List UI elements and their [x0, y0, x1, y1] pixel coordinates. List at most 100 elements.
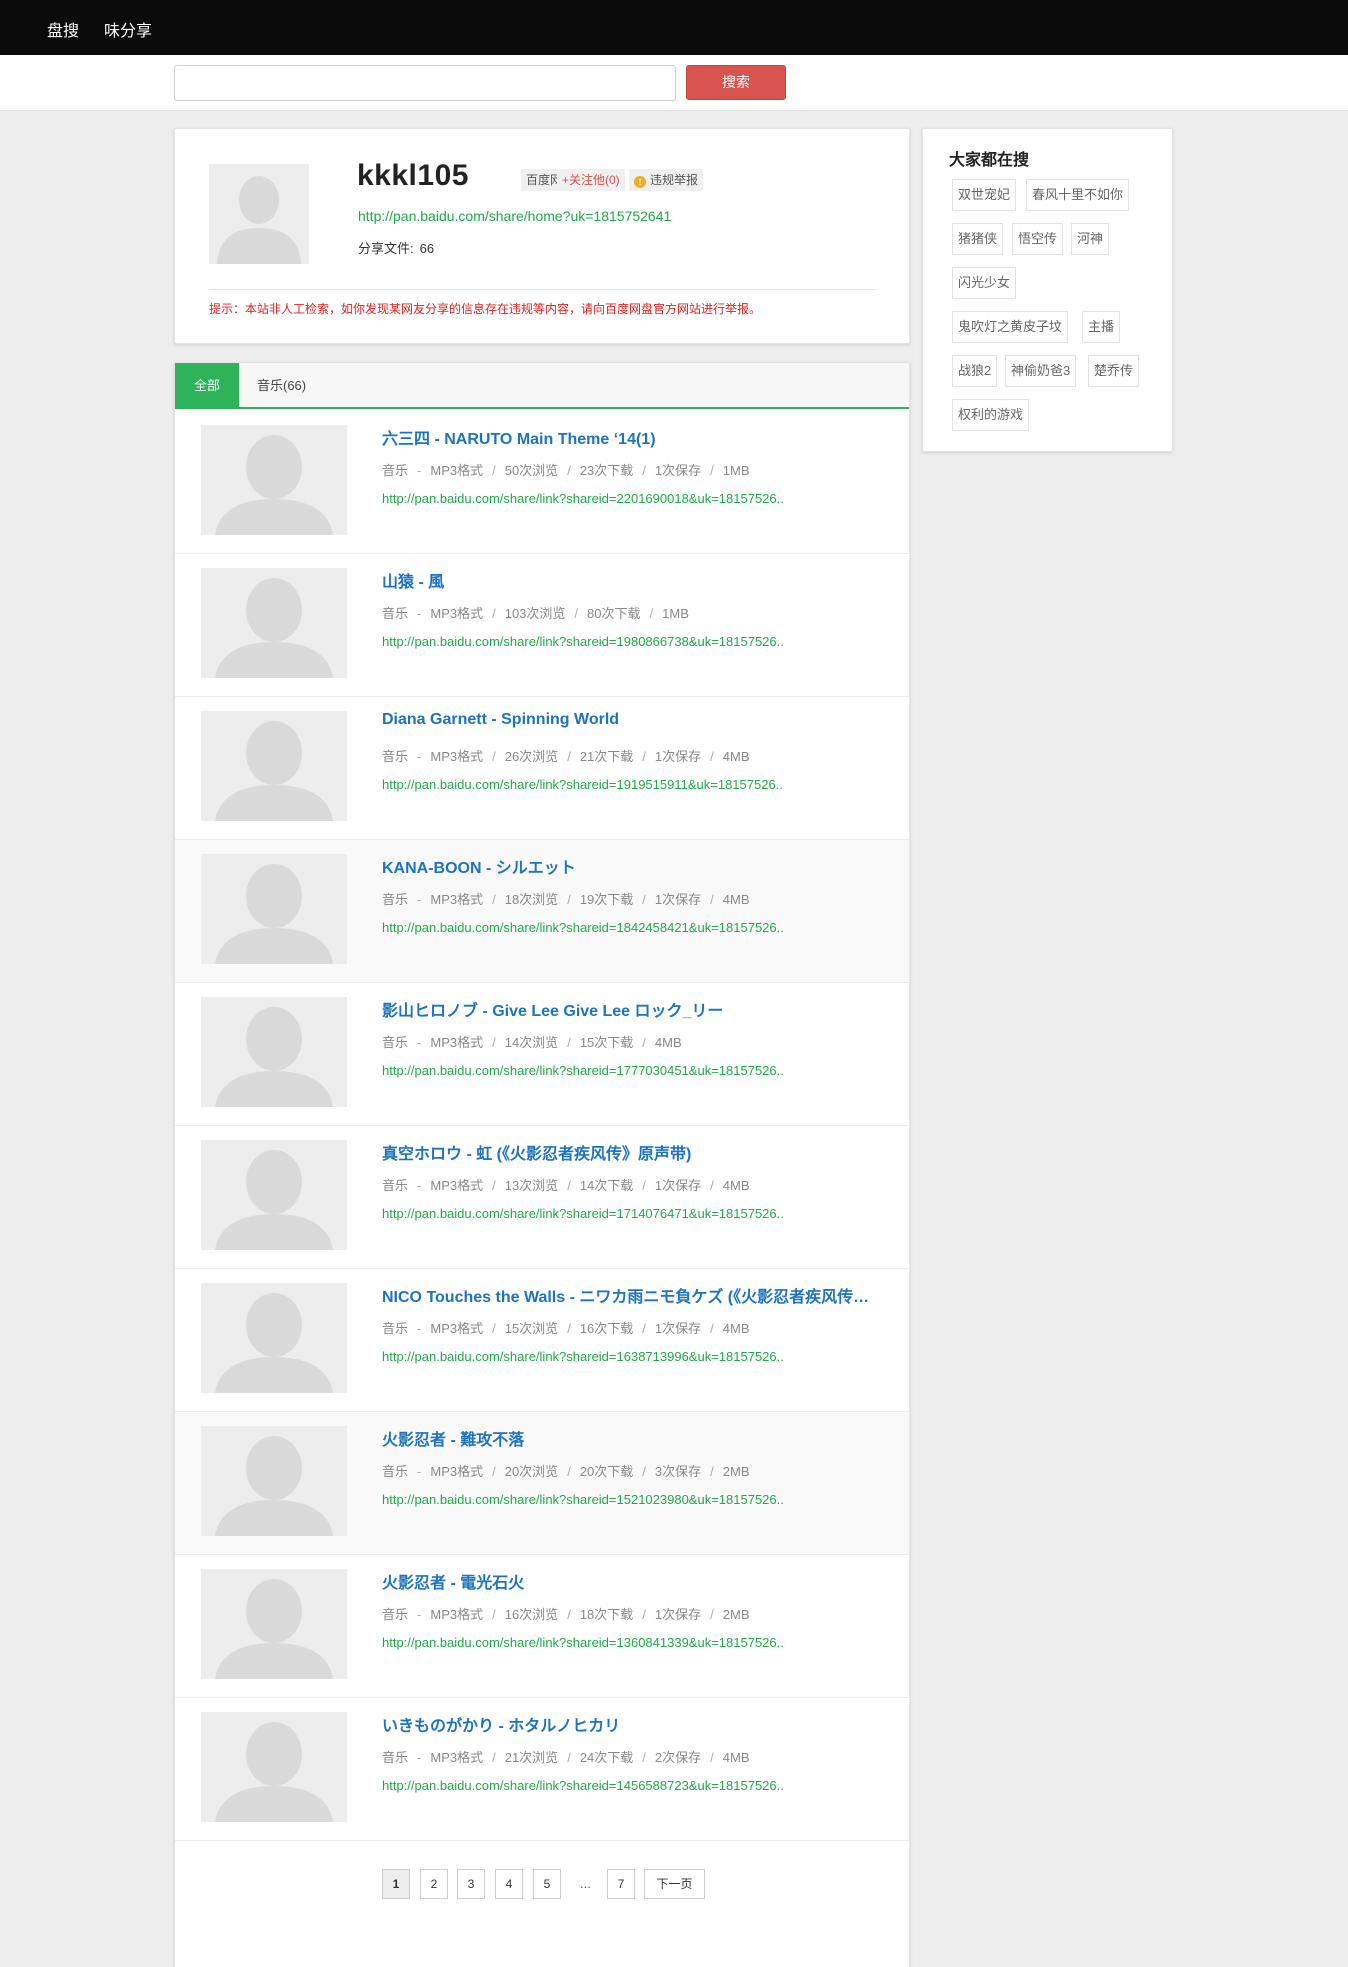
file-meta-value: MP3格式	[430, 1750, 484, 1765]
file-share-link[interactable]: http://pan.baidu.com/share/link?shareid=…	[382, 777, 783, 792]
file-category: 音乐	[382, 1464, 409, 1479]
meta-separator: /	[492, 606, 496, 621]
hot-keyword[interactable]: 春风十里不如你	[1026, 179, 1130, 211]
file-share-link[interactable]: http://pan.baidu.com/share/link?shareid=…	[382, 491, 784, 506]
hot-keyword[interactable]: 楚乔传	[1088, 355, 1140, 387]
hot-keyword[interactable]: 主播	[1082, 311, 1121, 343]
top-navbar: 盘搜 味分享	[0, 0, 1348, 55]
user-silhouette-icon	[201, 425, 347, 535]
file-meta-value: 2MB	[722, 1607, 750, 1622]
file-meta-value: 18次浏览	[504, 892, 559, 907]
file-list-item[interactable]: 火影忍者 - 難攻不落音乐 - MP3格式 / 20次浏览 / 20次下载 / 3次保存 / 2MB…	[175, 1412, 909, 1555]
follow-button[interactable]: +关注他(0)	[557, 169, 625, 191]
page-button-3[interactable]: 3	[457, 1869, 485, 1899]
file-title[interactable]: 六三四 - NARUTO Main Theme ‘14(1)	[382, 425, 882, 449]
meta-separator: -	[417, 1321, 422, 1336]
page-button-1[interactable]: 1	[382, 1869, 410, 1899]
file-thumbnail[interactable]	[201, 1712, 347, 1822]
report-button[interactable]: ! 违规举报	[629, 169, 704, 191]
page-button-2[interactable]: 2	[420, 1869, 448, 1899]
search-bar: 搜索	[0, 55, 1348, 111]
nav-item-pansou[interactable]: 盘搜	[47, 17, 79, 41]
meta-separator: /	[492, 1750, 496, 1765]
file-thumbnail[interactable]	[201, 425, 347, 535]
meta-separator: /	[642, 1750, 646, 1765]
file-list-item[interactable]: KANA-BOON - シルエット 音乐 - MP3格式 / 18次浏览 / 19次下载 / 1次…	[175, 840, 909, 983]
page-button-5[interactable]: 5	[533, 1869, 561, 1899]
file-share-link[interactable]: http://pan.baidu.com/share/link?shareid=…	[382, 1349, 784, 1364]
file-title[interactable]: Diana Garnett - Spinning World	[382, 711, 882, 729]
page-button-7[interactable]: 7	[607, 1869, 635, 1899]
file-list-item[interactable]: いきものがかり - ホタルノヒカリ 音乐 - MP3格式 / 21次浏览 / 24次下载 / 2次…	[175, 1698, 909, 1841]
hot-keyword[interactable]: 悟空传	[1012, 223, 1064, 255]
user-silhouette-icon	[201, 1712, 347, 1822]
file-share-link[interactable]: http://pan.baidu.com/share/link?shareid=…	[382, 1778, 784, 1793]
meta-separator: /	[567, 1321, 571, 1336]
file-meta-value: 19次下载	[579, 892, 634, 907]
search-input[interactable]	[174, 65, 676, 101]
file-title[interactable]: KANA-BOON - シルエット	[382, 854, 882, 878]
file-meta-value: 4MB	[722, 1178, 750, 1193]
file-thumbnail[interactable]	[201, 1426, 347, 1536]
share-home-link[interactable]: http://pan.baidu.com/share/home?uk=18157…	[358, 208, 671, 224]
file-title[interactable]: 山猿 - 風	[382, 568, 882, 592]
file-list-item[interactable]: 山猿 - 風音乐 - MP3格式 / 103次浏览 / 80次下载 / 1MB http://pa…	[175, 554, 909, 697]
file-share-link[interactable]: http://pan.baidu.com/share/link?shareid=…	[382, 1492, 784, 1507]
file-list-item[interactable]: 影山ヒロノブ - Give Lee Give Lee ロック_リー 音乐 - MP3格…	[175, 983, 909, 1126]
meta-separator: /	[710, 1178, 714, 1193]
hot-keyword[interactable]: 鬼吹灯之黄皮子坟	[952, 311, 1069, 343]
file-title[interactable]: 火影忍者 - 難攻不落	[382, 1426, 882, 1450]
meta-separator: /	[574, 606, 579, 621]
file-title[interactable]: いきものがかり - ホタルノヒカリ	[382, 1712, 882, 1736]
tab-all[interactable]: 全部	[175, 363, 239, 409]
file-thumbnail[interactable]	[201, 1140, 347, 1250]
file-title[interactable]: 真空ホロウ - 虹 (《火影忍者疾风传》原声带)	[382, 1140, 882, 1164]
file-thumbnail[interactable]	[201, 568, 347, 678]
hot-keyword[interactable]: 神偷奶爸3	[1005, 355, 1077, 387]
meta-separator: -	[417, 1178, 422, 1193]
file-share-link[interactable]: http://pan.baidu.com/share/link?shareid=…	[382, 1206, 784, 1221]
meta-separator: /	[642, 463, 646, 478]
file-meta: 音乐 - MP3格式 / 26次浏览 / 21次下载 / 1次保存 / 4MB	[382, 746, 750, 765]
file-list-item[interactable]: 火影忍者 - 電光石火 音乐 - MP3格式 / 16次浏览 / 18次下载 / 1次保存 / 2MB…	[175, 1555, 909, 1698]
tab-music[interactable]: 音乐(66)	[239, 363, 324, 409]
page-button-4[interactable]: 4	[495, 1869, 523, 1899]
file-meta-value: 1MB	[722, 463, 750, 478]
file-thumbnail[interactable]	[201, 997, 347, 1107]
file-meta-value: 1次保存	[654, 749, 702, 764]
file-list-card: 全部 音乐(66) 六三四 - NARUTO Main Theme ‘14(1)…	[174, 362, 910, 1967]
search-button[interactable]: 搜索	[686, 65, 786, 100]
file-list-item[interactable]: 真空ホロウ - 虹 (《火影忍者疾风传》原声带) 音乐 - MP3格式 / 13次浏览 / 1…	[175, 1126, 909, 1269]
file-share-link[interactable]: http://pan.baidu.com/share/link?shareid=…	[382, 1063, 784, 1078]
file-list-item[interactable]: NICO Touches the Walls - ニワカ雨ニモ負ケズ (《火影忍…	[175, 1269, 909, 1412]
hot-keyword[interactable]: 闪光少女	[952, 267, 1017, 299]
file-list-item[interactable]: 六三四 - NARUTO Main Theme ‘14(1) 音乐 - MP3格式 / 5…	[175, 411, 909, 554]
file-meta-value: 24次下载	[579, 1750, 634, 1765]
file-share-link[interactable]: http://pan.baidu.com/share/link?shareid=…	[382, 634, 784, 649]
share-file-count: 分享文件: 66	[358, 238, 434, 257]
file-share-link[interactable]: http://pan.baidu.com/share/link?shareid=…	[382, 1635, 784, 1650]
file-thumbnail[interactable]	[201, 1283, 347, 1393]
file-meta-value: MP3格式	[430, 606, 484, 621]
next-page-button[interactable]: 下一页	[644, 1869, 705, 1899]
nav-item-weifenxiang[interactable]: 味分享	[104, 17, 152, 41]
meta-separator: -	[417, 1464, 422, 1479]
file-thumbnail[interactable]	[201, 854, 347, 964]
meta-separator: /	[492, 463, 496, 478]
hot-keyword[interactable]: 战狼2	[952, 355, 998, 387]
file-meta: 音乐 - MP3格式 / 20次浏览 / 20次下载 / 3次保存 / 2MB	[382, 1461, 750, 1480]
share-count-value: 66	[419, 241, 435, 256]
meta-separator: /	[567, 892, 571, 907]
file-title[interactable]: 影山ヒロノブ - Give Lee Give Lee ロック_リー	[382, 997, 882, 1021]
file-title[interactable]: 火影忍者 - 電光石火	[382, 1569, 882, 1593]
hot-keyword[interactable]: 河神	[1071, 223, 1110, 255]
page-ellipsis: ...	[580, 1876, 591, 1891]
hot-keyword[interactable]: 双世宠妃	[952, 179, 1017, 211]
file-title[interactable]: NICO Touches the Walls - ニワカ雨ニモ負ケズ (《火影忍…	[382, 1283, 882, 1307]
hot-keyword[interactable]: 猪猪侠	[952, 223, 1004, 255]
hot-keyword[interactable]: 权利的游戏	[952, 399, 1030, 431]
file-list-item[interactable]: Diana Garnett - Spinning World 音乐 - MP3格式 / 2…	[175, 697, 909, 840]
file-share-link[interactable]: http://pan.baidu.com/share/link?shareid=…	[382, 920, 784, 935]
file-thumbnail[interactable]	[201, 1569, 347, 1679]
file-thumbnail[interactable]	[201, 711, 347, 821]
